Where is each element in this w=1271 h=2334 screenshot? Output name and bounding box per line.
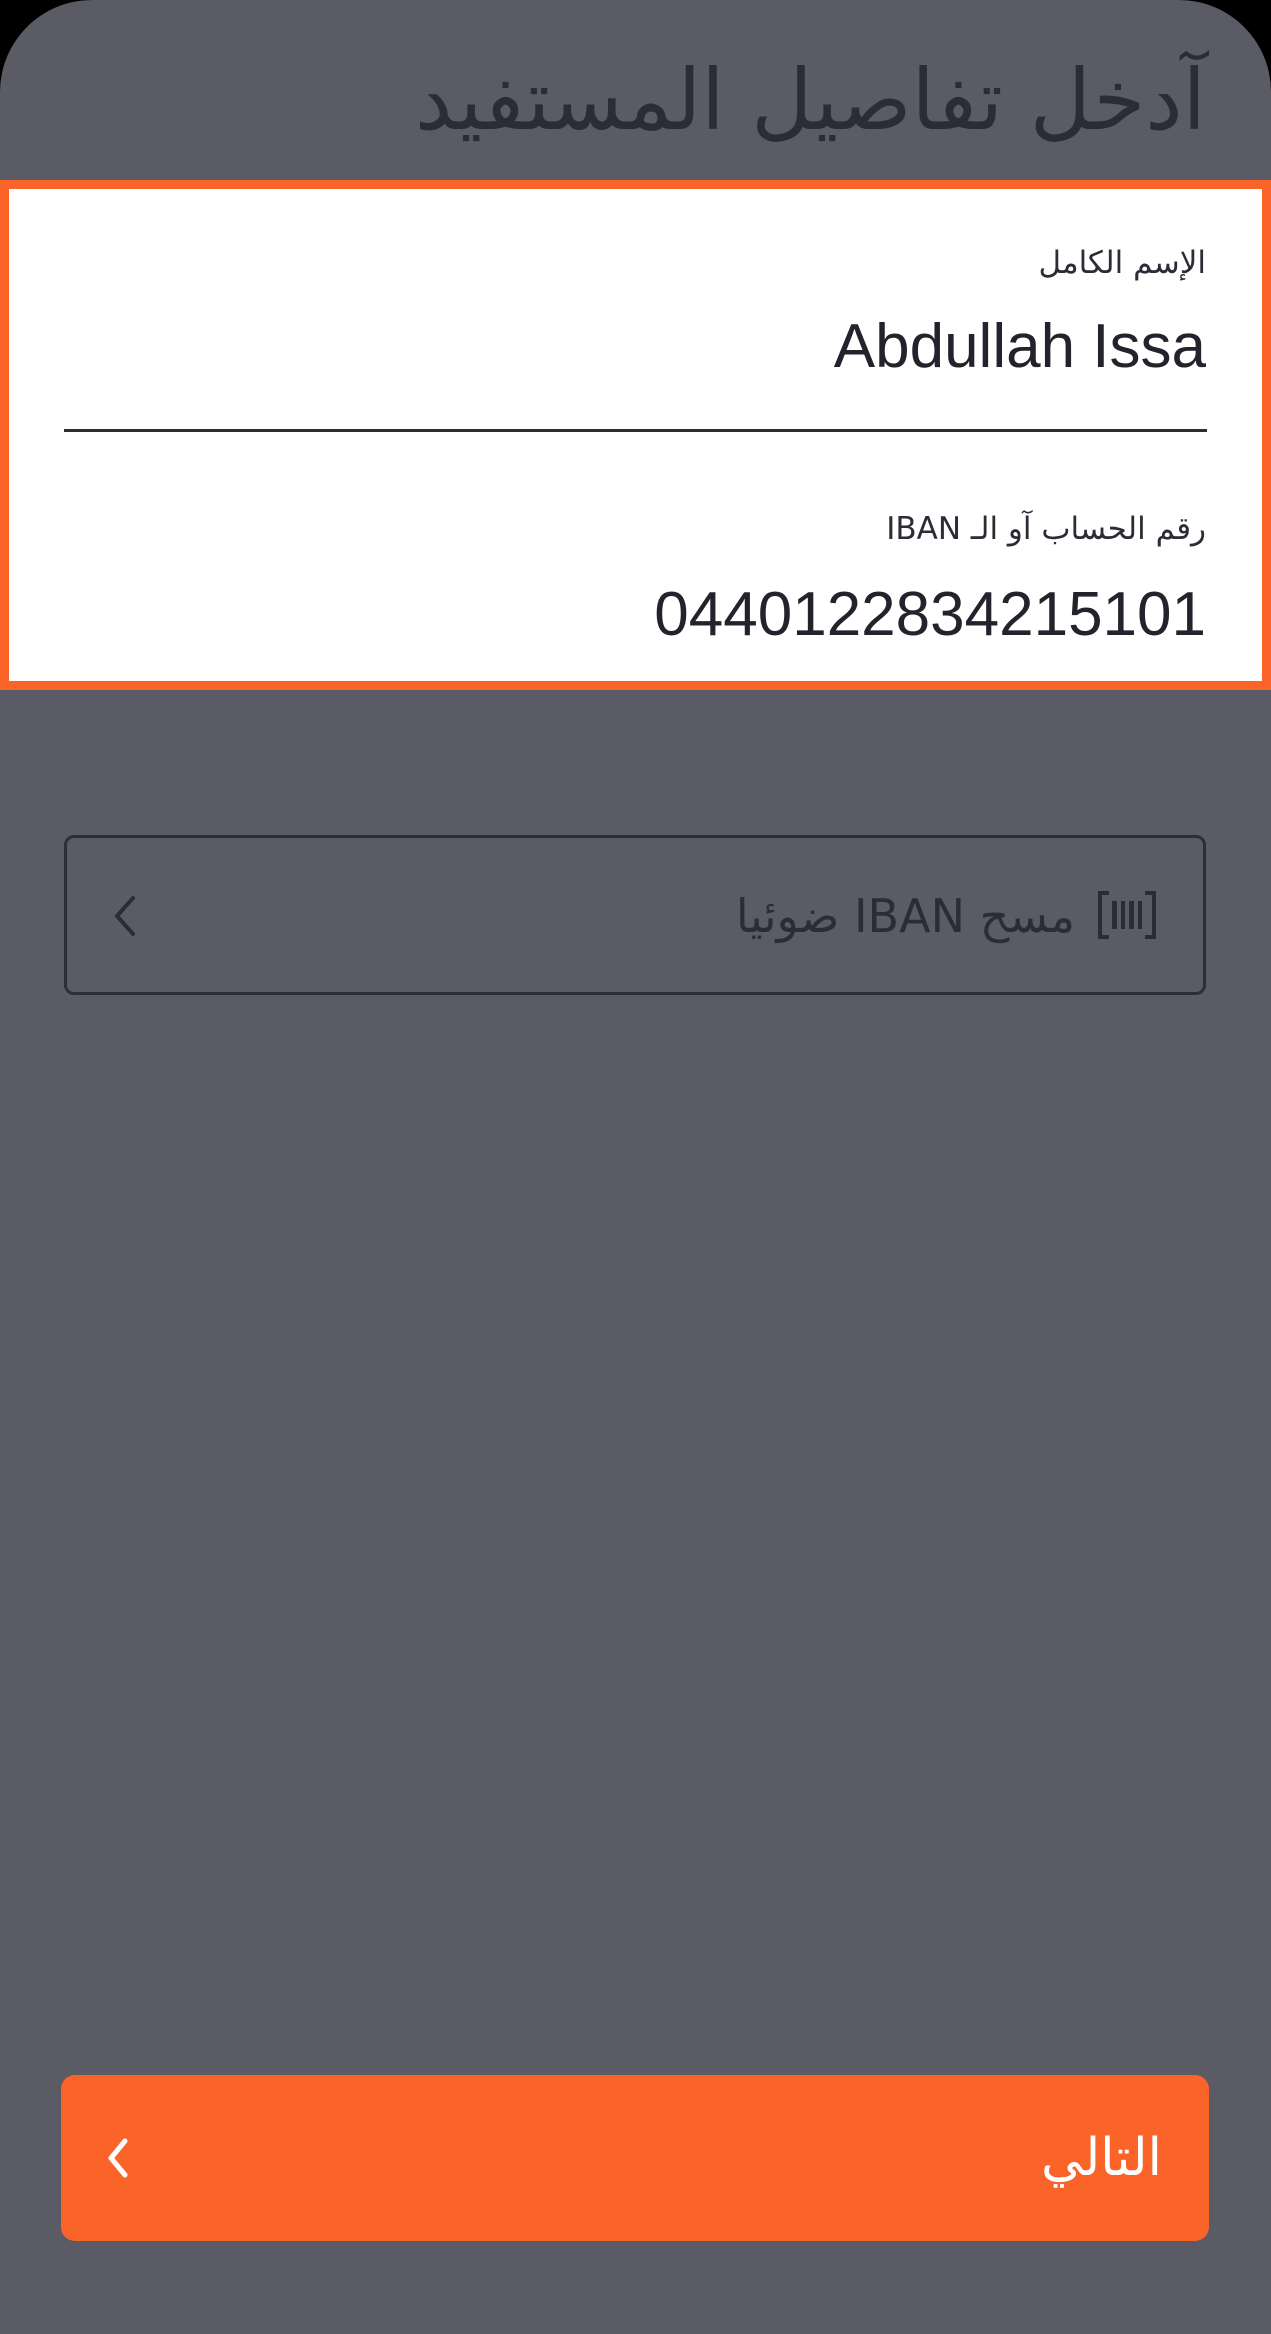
barcode-scan-icon bbox=[1098, 891, 1156, 939]
full-name-underline bbox=[64, 429, 1207, 432]
bottom-sheet: آدخل تفاصيل المستفيد الإسم الكامل Abdull… bbox=[0, 0, 1271, 2334]
iban-label: رقم الحساب آو الـ IBAN bbox=[886, 511, 1206, 547]
next-button-label: التالي bbox=[1040, 2128, 1162, 2188]
scan-iban-label: مسح IBAN ضوئيا bbox=[735, 889, 1075, 943]
chevron-left-icon bbox=[108, 2138, 128, 2178]
page-title: آدخل تفاصيل المستفيد bbox=[414, 51, 1206, 149]
scan-iban-button[interactable]: مسح IBAN ضوئيا bbox=[64, 835, 1206, 995]
full-name-label: الإسم الكامل bbox=[1038, 245, 1206, 281]
next-button[interactable]: التالي bbox=[61, 2075, 1209, 2241]
iban-field[interactable]: 0440122834215101 bbox=[654, 575, 1206, 655]
chevron-left-icon bbox=[115, 896, 135, 936]
full-name-field[interactable]: Abdullah Issa bbox=[834, 307, 1206, 387]
beneficiary-form: الإسم الكامل Abdullah Issa رقم الحساب آو… bbox=[0, 180, 1271, 690]
